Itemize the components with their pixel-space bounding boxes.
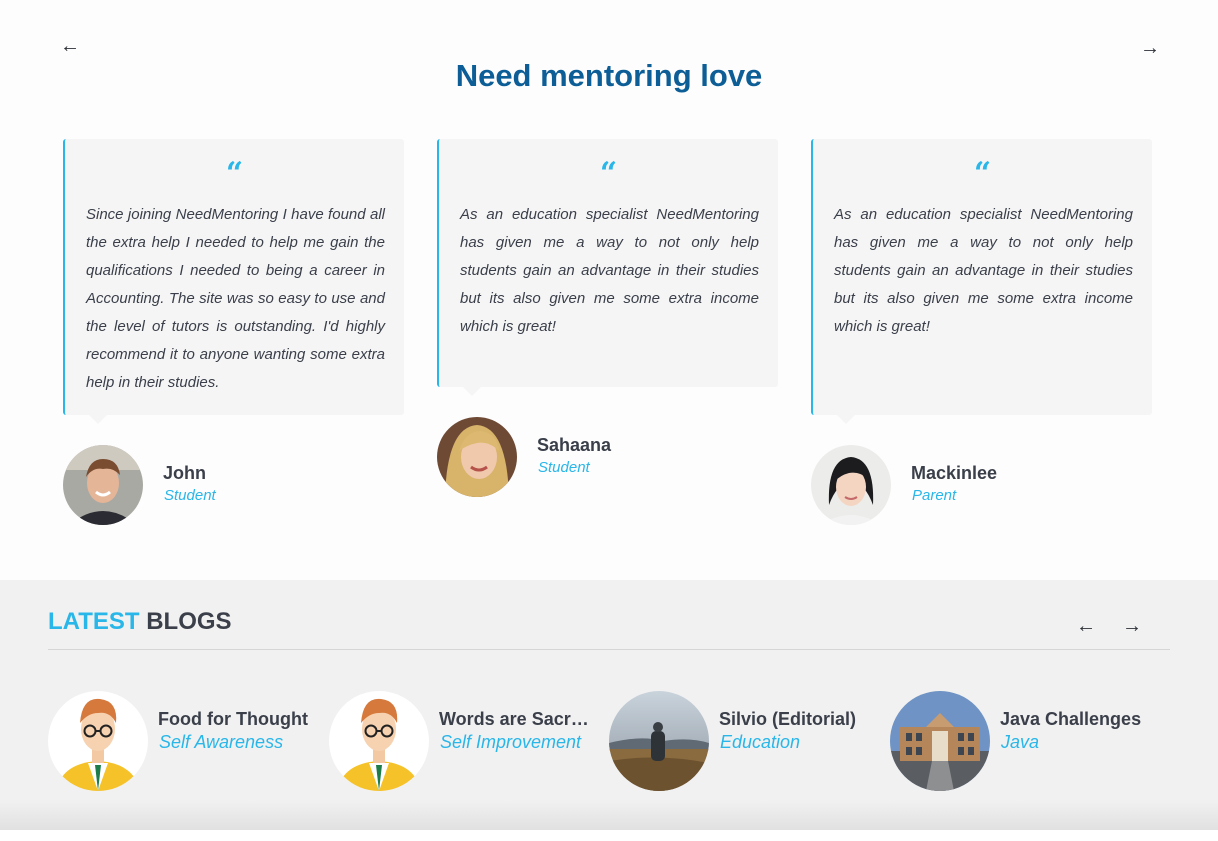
blog-item[interactable]: Words are Sacred Self Improvement [329,691,599,791]
testimonial-card: “ As an education specialist NeedMentori… [811,139,1152,424]
testimonials-section: ← → Need mentoring love “ Since joining … [0,0,1218,580]
blog-title[interactable]: Food for Thought [158,709,308,730]
avatar [811,445,891,525]
person-name: Sahaana [537,435,612,455]
person-role: Student [164,487,216,504]
quote-icon: “ [225,156,244,191]
blog-category[interactable]: Java [1001,732,1039,753]
avatar [437,417,517,497]
avatar [63,445,143,525]
divider [48,649,1170,650]
blogs-heading: LATEST BLOGS [48,608,232,636]
blog-item[interactable]: Java Challenges Java [890,691,1160,791]
arrow-right-icon[interactable]: → [1140,38,1160,58]
blog-thumbnail [329,691,429,791]
arrow-left-icon[interactable]: ← [60,36,80,56]
testimonial-text: As an education specialist NeedMentoring… [834,206,1133,335]
blog-category[interactable]: Self Improvement [440,732,581,753]
blog-thumbnail [609,691,709,791]
blog-item[interactable]: Silvio (Editorial) Education [609,691,879,791]
blog-title[interactable]: Java Challenges [1000,709,1150,730]
latest-blogs-section: LATEST BLOGS ← → Food for Thought Self A… [0,580,1218,816]
person-name: Mackinlee [911,463,998,483]
person-role: Student [538,459,590,476]
arrow-right-icon[interactable]: → [1122,616,1142,636]
person-name: John [163,463,206,483]
blog-category[interactable]: Self Awareness [159,732,283,753]
section-bottom-shadow [0,800,1218,830]
blog-title[interactable]: Words are Sacred [439,709,589,730]
section-title: Need mentoring love [455,58,763,93]
blog-thumbnail [48,691,148,791]
person-role: Parent [912,487,957,504]
blog-item[interactable]: Food for Thought Self Awareness [48,691,318,791]
blog-thumbnail [890,691,990,791]
testimonial-card: “ As an education specialist NeedMentori… [437,139,778,396]
blogs-heading-rest: BLOGS [146,608,232,635]
testimonial-text: As an education specialist NeedMentoring… [460,206,759,335]
blogs-heading-accent: LATEST [48,608,140,635]
quote-icon: “ [599,156,618,191]
testimonial-text: Since joining NeedMentoring I have found… [86,206,385,391]
arrow-left-icon[interactable]: ← [1076,616,1096,636]
testimonial-card: “ Since joining NeedMentoring I have fou… [63,139,404,424]
blog-title[interactable]: Silvio (Editorial) [719,709,869,730]
blog-category[interactable]: Education [720,732,800,753]
quote-icon: “ [973,156,992,191]
